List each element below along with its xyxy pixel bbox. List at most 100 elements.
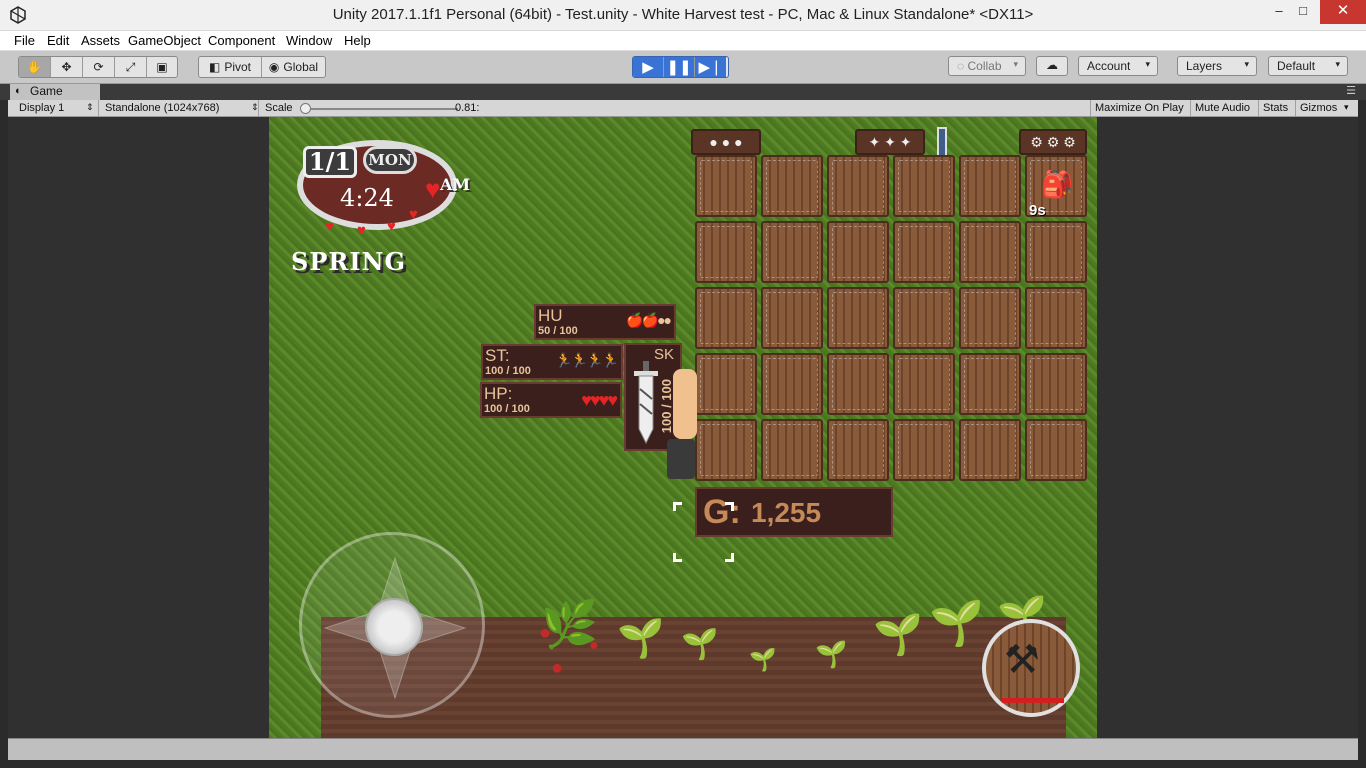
menu-gameobject[interactable]: GameObject	[128, 33, 201, 48]
inventory-slot[interactable]	[827, 353, 889, 415]
menu-edit[interactable]: Edit	[47, 33, 69, 48]
inventory-slot[interactable]	[893, 287, 955, 349]
scale-tool-button[interactable]: ⤢	[115, 57, 147, 77]
inventory-slot[interactable]	[827, 419, 889, 481]
move-tool-button[interactable]: ✥	[51, 57, 83, 77]
close-button[interactable]: ✕	[1320, 0, 1366, 24]
window-title: Unity 2017.1.1f1 Personal (64bit) - Test…	[332, 6, 1034, 23]
inventory-slot[interactable]	[827, 221, 889, 283]
inventory-slot[interactable]	[695, 419, 757, 481]
account-dropdown[interactable]: Account ▾	[1078, 56, 1158, 76]
inventory-slot[interactable]	[761, 155, 823, 217]
chevron-down-icon: ▾	[1013, 59, 1018, 69]
inventory-slot[interactable]	[893, 221, 955, 283]
berry-icon: ●	[539, 622, 552, 644]
inventory-slot[interactable]	[959, 353, 1021, 415]
rotate-tool-button[interactable]: ⟳	[83, 57, 115, 77]
scale-icon: ⤢	[125, 59, 136, 74]
stamina-value: 100 / 100	[485, 365, 531, 377]
divider	[1295, 100, 1296, 116]
resolution-dropdown[interactable]: Standalone (1024x768)	[105, 102, 219, 114]
inventory-slot[interactable]	[1025, 221, 1087, 283]
rotate-icon: ⟳	[93, 60, 104, 74]
seed-count: 9s	[1029, 202, 1046, 219]
maximize-on-play-toggle[interactable]: Maximize On Play	[1095, 102, 1184, 114]
bottom-edge	[0, 760, 1366, 768]
inventory-tab-tools[interactable]: ✦ ✦ ✦	[855, 129, 925, 155]
collab-dropdown[interactable]: ◌ Collab ▾	[948, 56, 1026, 76]
chevron-down-icon: ▾	[1244, 59, 1249, 69]
display-dropdown[interactable]: Display 1	[19, 102, 64, 114]
inventory-tab-settings[interactable]: ⚙ ⚙ ⚙	[1019, 129, 1087, 155]
menu-assets[interactable]: Assets	[81, 33, 120, 48]
gear-icon: ⚙ ⚙ ⚙	[1030, 134, 1076, 150]
stamina-panel: ST: 100 / 100 🏃🏃🏃🏃	[481, 344, 623, 380]
inventory-tab-items[interactable]: ● ● ●	[691, 129, 761, 155]
inventory-slot[interactable]	[959, 221, 1021, 283]
stats-toggle[interactable]: Stats	[1263, 102, 1288, 114]
inventory-slot[interactable]	[893, 155, 955, 217]
layers-dropdown[interactable]: Layers ▾	[1177, 56, 1257, 76]
menu-help[interactable]: Help	[344, 33, 371, 48]
inventory-slot[interactable]	[827, 155, 889, 217]
gizmos-dropdown[interactable]: Gizmos	[1300, 102, 1337, 114]
inventory-slot[interactable]	[761, 353, 823, 415]
account-label: Account	[1087, 59, 1131, 73]
inventory-slot[interactable]	[1025, 419, 1087, 481]
menu-file[interactable]: File	[14, 33, 35, 48]
menu-window[interactable]: Window	[286, 33, 332, 48]
seed-bag-icon: 🎒	[1041, 169, 1074, 199]
inventory-slot[interactable]	[959, 155, 1021, 217]
gold-label: G:	[703, 493, 741, 531]
play-button[interactable]: ▶	[633, 57, 664, 77]
tab-game-label: Game	[30, 84, 63, 98]
inventory-slot[interactable]	[893, 353, 955, 415]
inventory-slot[interactable]	[1025, 287, 1087, 349]
layout-label: Default	[1277, 59, 1316, 73]
step-button[interactable]: ▶❘	[695, 57, 726, 77]
virtual-joystick[interactable]	[299, 532, 485, 718]
inventory-slot[interactable]	[761, 221, 823, 283]
tab-menu-icon[interactable]: ☰	[1346, 84, 1356, 97]
game-view-toolbar: Display 1 ⇕ Standalone (1024x768) ⇕ Scal…	[8, 100, 1358, 117]
cloud-button[interactable]: ☁	[1036, 56, 1068, 76]
menu-component[interactable]: Component	[208, 33, 275, 48]
mute-audio-toggle[interactable]: Mute Audio	[1195, 102, 1250, 114]
game-render[interactable]: 1/1 MON 4:24 ♥ ♥ ♥ ♥ ♥ AM SPRING HU 50 /…	[269, 117, 1097, 738]
scale-slider-thumb[interactable]	[300, 103, 311, 114]
hand-tool-button[interactable]: ✋	[19, 57, 51, 77]
inventory-slot[interactable]	[1025, 353, 1087, 415]
chevron-down-icon: ▾	[1344, 102, 1349, 112]
title-bar: Unity 2017.1.1f1 Personal (64bit) - Test…	[0, 0, 1366, 31]
joystick-knob[interactable]	[365, 598, 423, 656]
collab-icon: ◌	[957, 59, 965, 73]
layers-label: Layers	[1186, 59, 1223, 73]
move-icon: ✥	[61, 60, 72, 74]
tool-wheel-button[interactable]: ⚒	[982, 619, 1080, 717]
scale-label: Scale	[265, 102, 293, 114]
inventory-slot[interactable]	[695, 287, 757, 349]
global-button[interactable]: ◉ Global	[262, 57, 325, 77]
sprout-icon: 🌱	[681, 628, 719, 661]
inventory-slot[interactable]	[827, 287, 889, 349]
transform-tools: ✋ ✥ ⟳ ⤢ ▣	[18, 56, 178, 78]
tab-game[interactable]: ◐ Game	[10, 84, 100, 100]
inventory-slot[interactable]	[959, 287, 1021, 349]
berry-icon: ●	[589, 637, 599, 654]
health-value: 100 / 100	[484, 403, 530, 415]
inventory-slot[interactable]	[761, 419, 823, 481]
pivot-button[interactable]: ◧ Pivot	[199, 57, 263, 77]
scale-slider-track[interactable]	[308, 108, 458, 110]
inventory-slot[interactable]	[959, 419, 1021, 481]
inventory-slot[interactable]	[761, 287, 823, 349]
inventory-slot[interactable]	[695, 155, 757, 217]
rect-tool-button[interactable]: ▣	[147, 57, 177, 77]
inventory-slot[interactable]	[893, 419, 955, 481]
chevron-updown-icon: ⇕	[86, 102, 94, 112]
inventory-slot[interactable]	[695, 353, 757, 415]
maximize-button[interactable]: □	[1281, 0, 1325, 24]
pause-button[interactable]: ❚❚	[664, 57, 695, 77]
inventory-slot[interactable]	[695, 221, 757, 283]
global-label: Global	[283, 60, 319, 74]
layout-dropdown[interactable]: Default ▾	[1268, 56, 1348, 76]
